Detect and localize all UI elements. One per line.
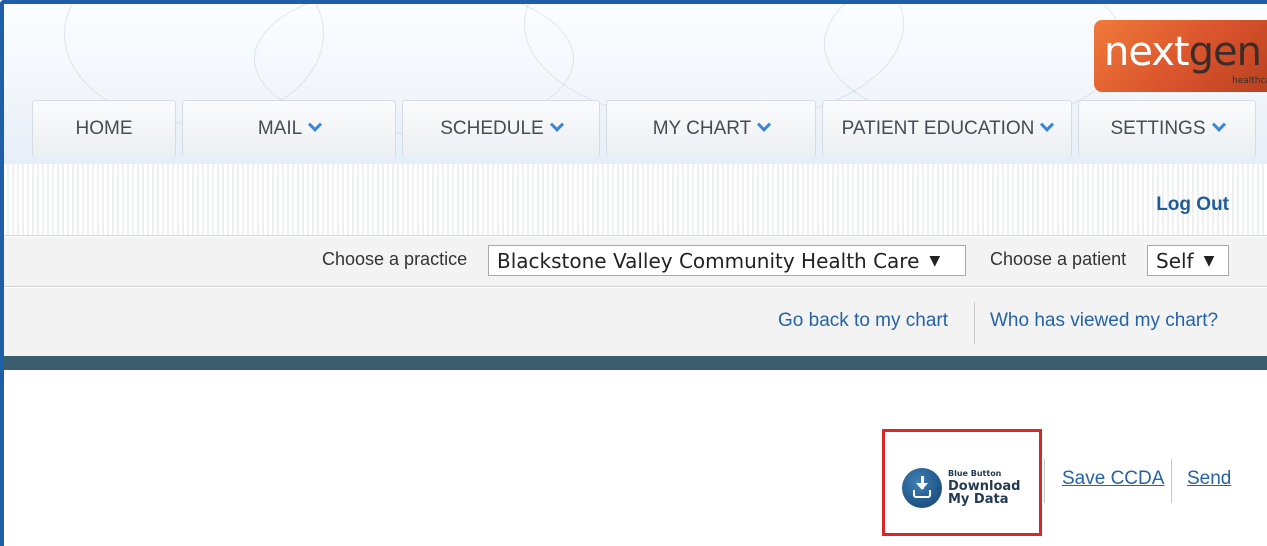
blue-button-text: Blue Button Download My Data [948, 469, 1021, 507]
chevron-down-icon [1211, 117, 1226, 132]
patient-label: Choose a patient [990, 249, 1127, 269]
send-link[interactable]: Send [1187, 468, 1231, 490]
logout-link[interactable]: Log Out [1156, 194, 1229, 216]
practice-label: Choose a practice [322, 249, 468, 269]
divider [974, 302, 975, 344]
tab-patient-education[interactable]: PATIENT EDUCATION [822, 100, 1072, 156]
tab-mail[interactable]: MAIL [182, 100, 396, 156]
blue-button-download[interactable]: Blue Button Download My Data [902, 463, 1032, 513]
divider [1044, 459, 1045, 503]
tab-settings[interactable]: SETTINGS [1078, 100, 1256, 156]
chevron-down-icon [757, 117, 772, 132]
chevron-down-icon [1040, 117, 1055, 132]
app-window: nextgen healthcare HOME MAIL SCHEDULE MY… [0, 0, 1267, 546]
back-to-chart-link[interactable]: Go back to my chart [778, 310, 948, 332]
session-strip: Log Out [4, 164, 1267, 236]
logo-subtitle: healthcare [1232, 76, 1267, 86]
save-ccda-link[interactable]: Save CCDA [1062, 468, 1164, 490]
header: nextgen healthcare HOME MAIL SCHEDULE MY… [4, 4, 1267, 164]
chevron-down-icon [308, 117, 323, 132]
main-nav: HOME MAIL SCHEDULE MY CHART PATIENT EDUC… [32, 100, 1262, 156]
section-divider-bar [4, 356, 1267, 370]
tab-my-chart[interactable]: MY CHART [606, 100, 816, 156]
download-icon [902, 468, 942, 508]
divider [1171, 459, 1172, 503]
logo-wordmark: nextgen [1104, 29, 1262, 75]
dropdown-arrow-icon: ▼ [1203, 252, 1215, 269]
who-viewed-chart-link[interactable]: Who has viewed my chart? [990, 310, 1218, 332]
chevron-down-icon [549, 117, 564, 132]
tab-home[interactable]: HOME [32, 100, 176, 156]
practice-selector-row: Choose a practice Blackstone Valley Comm… [4, 237, 1267, 287]
chart-links-row: Go back to my chart Who has viewed my ch… [4, 288, 1267, 356]
practice-select[interactable]: Blackstone Valley Community Health Care … [488, 245, 966, 276]
nextgen-logo: nextgen healthcare [1094, 20, 1267, 92]
patient-select[interactable]: Self ▼ [1147, 245, 1229, 276]
tab-schedule[interactable]: SCHEDULE [402, 100, 600, 156]
dropdown-arrow-icon: ▼ [929, 252, 941, 269]
